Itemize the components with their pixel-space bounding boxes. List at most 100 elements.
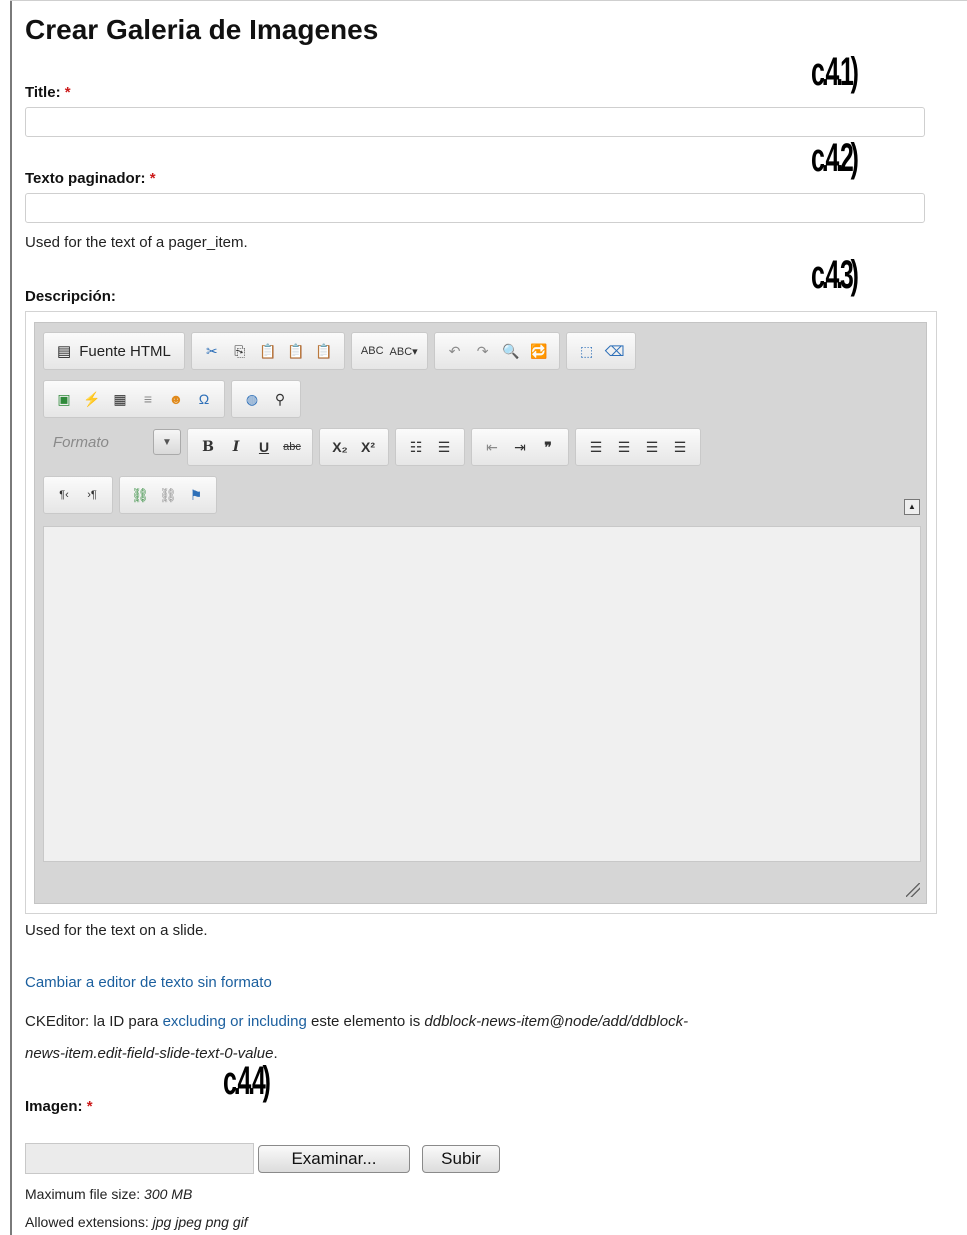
remove-format-icon[interactable]: ⌫ (604, 338, 626, 364)
toolbar-group-indent: ⇤ ⇥ ❞ (471, 428, 569, 466)
smiley-icon[interactable]: ☻ (165, 386, 187, 412)
align-left-icon[interactable]: ☰ (585, 434, 607, 460)
window-left-border (10, 0, 12, 1235)
toolbar-group-direction: ¶‹ ›¶ (43, 476, 113, 514)
align-center-icon[interactable]: ☰ (613, 434, 635, 460)
rtl-icon[interactable]: ›¶ (81, 482, 103, 508)
excluding-including-link[interactable]: excluding or including (163, 1013, 307, 1030)
flash-icon[interactable]: ⚡ (81, 386, 103, 412)
pager-text-label-text: Texto paginador: (25, 170, 146, 187)
image-label: Imagen: * (25, 1098, 93, 1115)
ckeditor-info-middle: este elemento is (306, 1013, 425, 1030)
browse-button[interactable]: Examinar... (258, 1145, 410, 1173)
toolbar-group-align: ☰ ☰ ☰ ☰ (575, 428, 701, 466)
allowed-extensions: Allowed extensions: jpg jpeg png gif (25, 1214, 248, 1230)
spellcheck-icon[interactable]: ABC (361, 338, 384, 364)
bold-icon[interactable]: B (197, 434, 219, 460)
outdent-icon[interactable]: ⇤ (481, 434, 503, 460)
image-label-text: Imagen: (25, 1098, 83, 1115)
toolbar-group-source: ▤ Fuente HTML (43, 332, 185, 370)
required-marker: * (86, 1098, 93, 1115)
annotation-c44: c.4.4) (223, 1059, 271, 1103)
toolbar-row-3: Formato ▼ B I U abc X₂ X² ☷ ☰ ⇤ ⇥ ❞ ☰ ☰ … (43, 428, 707, 466)
undo-icon[interactable]: ↶ (444, 338, 466, 364)
page-title: Crear Galeria de Imagenes (25, 14, 379, 45)
title-input[interactable] (25, 107, 925, 137)
toolbar-group-tools: ◍ ⚲ (231, 380, 301, 418)
toolbar-group-links: ⛓ ⛓ ⚑ (119, 476, 217, 514)
toolbar-group-script: X₂ X² (319, 428, 389, 466)
allowed-extensions-value: jpg jpeg png gif (152, 1214, 248, 1230)
editor-chrome: ▤ Fuente HTML ✂ ⎘ 📋 📋 📋 ABC ABC▾ ↶ ↷ 🔍 🔁 (34, 322, 927, 904)
max-file-size-label: Maximum file size: (25, 1186, 145, 1202)
toggle-plain-editor-link[interactable]: Cambiar a editor de texto sin formato (25, 974, 272, 991)
toolbar-row-4: ¶‹ ›¶ ⛓ ⛓ ⚑ (43, 476, 223, 514)
toolbar-row-1: ▤ Fuente HTML ✂ ⎘ 📋 📋 📋 ABC ABC▾ ↶ ↷ 🔍 🔁 (43, 332, 642, 370)
superscript-icon[interactable]: X² (357, 434, 379, 460)
subscript-icon[interactable]: X₂ (329, 434, 351, 460)
toolbar-group-lists: ☷ ☰ (395, 428, 465, 466)
blockquote-icon[interactable]: ❞ (537, 434, 559, 460)
annotation-c41: c.4.1) (811, 50, 859, 94)
toolbar-group-spell: ABC ABC▾ (350, 332, 428, 370)
required-marker: * (149, 170, 156, 187)
annotation-c43: c.4.3) (811, 253, 859, 297)
description-label: Descripción: (25, 288, 116, 305)
toggle-editor-row: Cambiar a editor de texto sin formato (25, 974, 272, 991)
allowed-extensions-label: Allowed extensions: (25, 1214, 153, 1230)
pager-text-input[interactable] (25, 193, 925, 223)
strike-icon[interactable]: abc (281, 434, 303, 460)
dropdown-arrow-icon: ▼ (153, 429, 181, 455)
source-button[interactable]: ▤ Fuente HTML (53, 338, 175, 364)
horizontal-rule-icon[interactable]: ≡ (137, 386, 159, 412)
paste-word-icon[interactable]: 📋 (313, 338, 335, 364)
description-help: Used for the text on a slide. (25, 922, 208, 939)
preview-icon[interactable]: ⚲ (269, 386, 291, 412)
bullet-list-icon[interactable]: ☰ (433, 434, 455, 460)
ckeditor-info: CKEditor: la ID para excluding or includ… (25, 1006, 965, 1070)
format-dropdown[interactable]: Formato ▼ (45, 428, 185, 456)
rich-text-editor: ▤ Fuente HTML ✂ ⎘ 📋 📋 📋 ABC ABC▾ ↶ ↷ 🔍 🔁 (25, 311, 937, 914)
special-char-icon[interactable]: Ω (193, 386, 215, 412)
unlink-icon[interactable]: ⛓ (157, 482, 179, 508)
pager-text-label: Texto paginador: * (25, 170, 156, 187)
select-all-icon[interactable]: ⬚ (576, 338, 598, 364)
required-marker: * (64, 84, 71, 101)
justify-icon[interactable]: ☰ (669, 434, 691, 460)
numbered-list-icon[interactable]: ☷ (405, 434, 427, 460)
editor-content-area[interactable] (43, 526, 921, 862)
file-path-input[interactable] (25, 1143, 254, 1174)
table-icon[interactable]: ▦ (109, 386, 131, 412)
title-label-text: Title: (25, 84, 61, 101)
ckeditor-id-part-1: ddblock-news-item@node/add/ddblock- (424, 1013, 689, 1030)
max-file-size-value: 300 MB (144, 1186, 193, 1202)
ckeditor-info-prefix: CKEditor: la ID para (25, 1013, 163, 1030)
indent-icon[interactable]: ⇥ (509, 434, 531, 460)
ckeditor-info-end: . (273, 1045, 278, 1062)
iframe-icon[interactable]: ◍ (241, 386, 263, 412)
link-icon[interactable]: ⛓ (129, 482, 151, 508)
paste-icon[interactable]: 📋 (257, 338, 279, 364)
max-file-size: Maximum file size: 300 MB (25, 1186, 192, 1202)
toolbar-collapse-button[interactable]: ▲ (904, 499, 920, 515)
align-right-icon[interactable]: ☰ (641, 434, 663, 460)
paste-text-icon[interactable]: 📋 (285, 338, 307, 364)
anchor-icon[interactable]: ⚑ (185, 482, 207, 508)
toolbar-row-2: ▣ ⚡ ▦ ≡ ☻ Ω ◍ ⚲ (43, 380, 307, 418)
toolbar-group-history: ↶ ↷ 🔍 🔁 (433, 332, 560, 370)
underline-icon[interactable]: U (253, 434, 275, 460)
toolbar-group-basic-styles: B I U abc (187, 428, 313, 466)
document-icon: ▤ (57, 343, 72, 360)
image-icon[interactable]: ▣ (53, 386, 75, 412)
redo-icon[interactable]: ↷ (472, 338, 494, 364)
ltr-icon[interactable]: ¶‹ (53, 482, 75, 508)
cut-icon[interactable]: ✂ (201, 338, 223, 364)
upload-button[interactable]: Subir (422, 1145, 500, 1173)
resize-grip-icon[interactable] (906, 883, 920, 897)
copy-icon[interactable]: ⎘ (229, 338, 251, 364)
toolbar-group-insert: ▣ ⚡ ▦ ≡ ☻ Ω (43, 380, 225, 418)
replace-icon[interactable]: 🔁 (528, 338, 550, 364)
find-icon[interactable]: 🔍 (500, 338, 522, 364)
spellcheck-auto-icon[interactable]: ABC▾ (390, 338, 418, 364)
italic-icon[interactable]: I (225, 434, 247, 460)
